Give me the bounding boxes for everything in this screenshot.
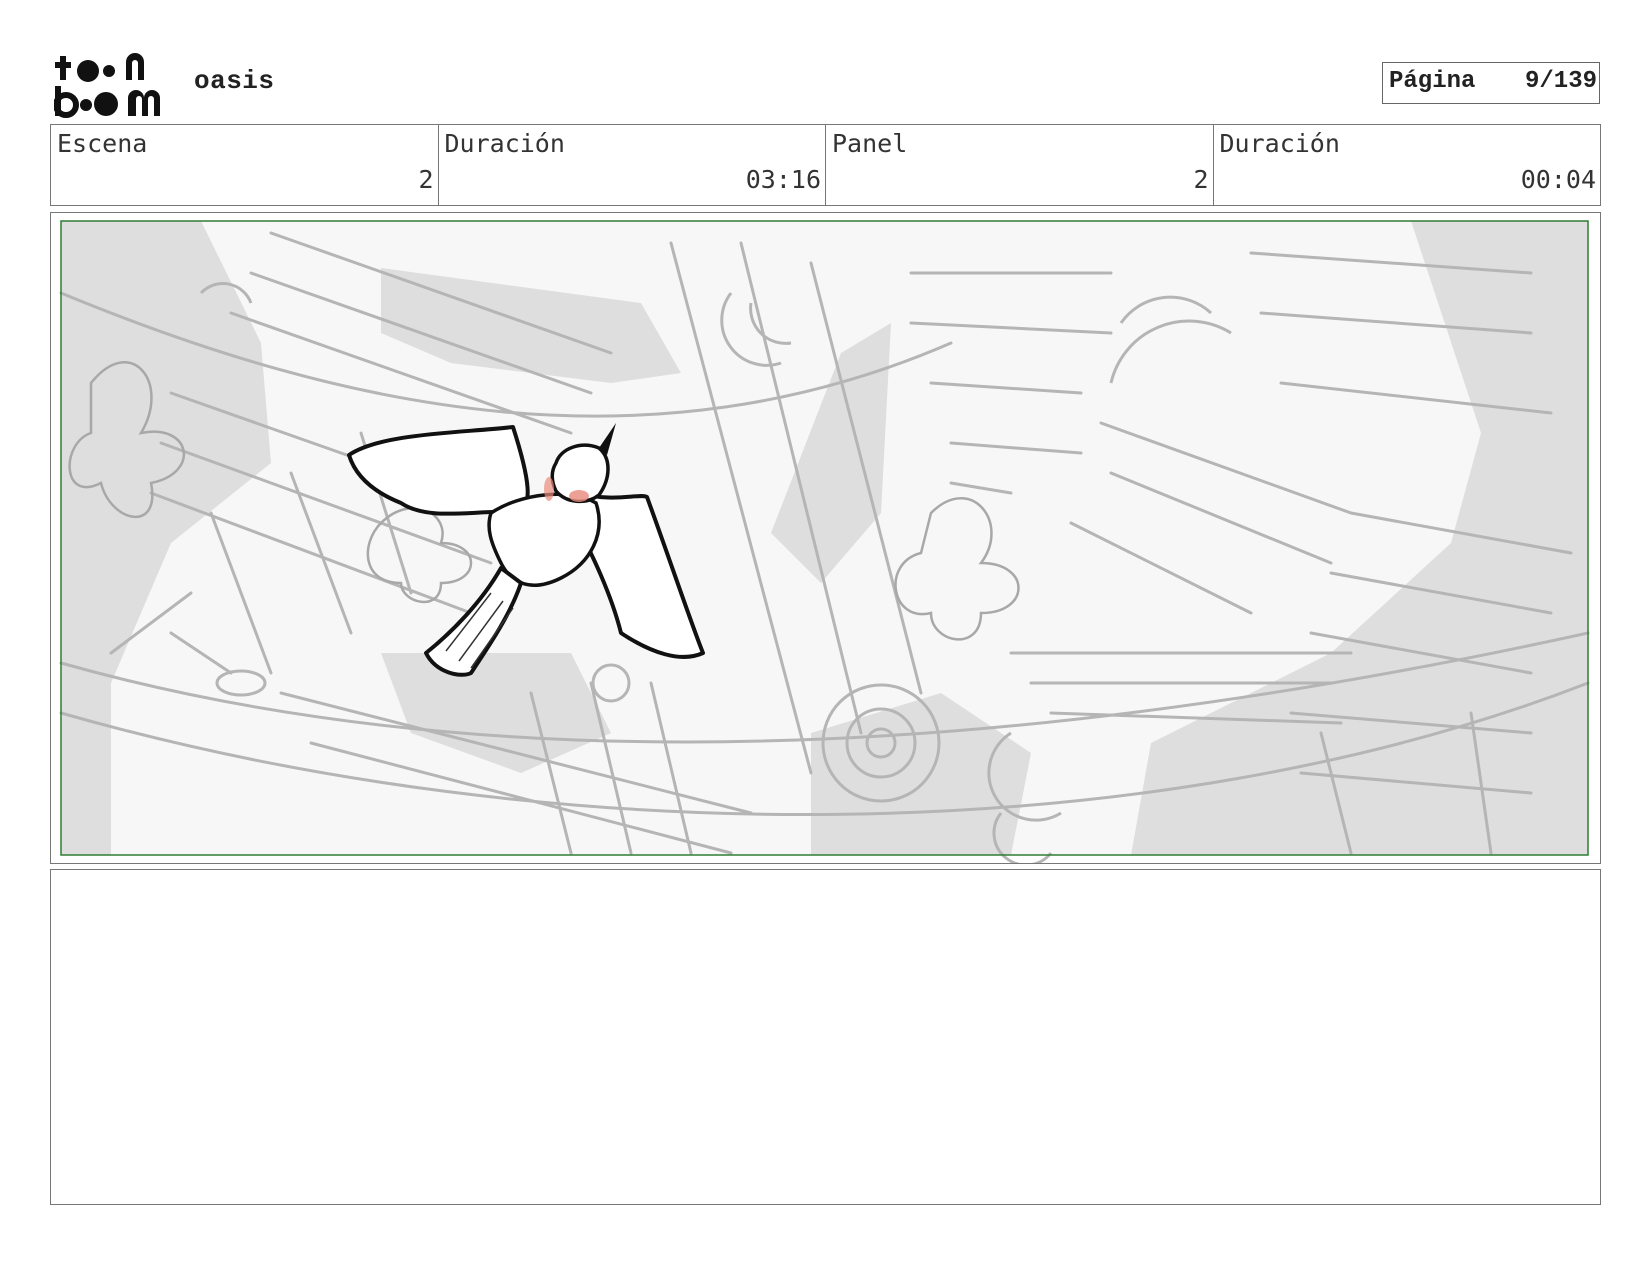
scene-duration-cell: Duración 03:16: [439, 125, 826, 205]
panel-notes-area[interactable]: [50, 869, 1601, 1205]
scene-value: 2: [418, 165, 434, 194]
project-title: oasis: [194, 66, 275, 96]
scene-label: Escena: [57, 129, 148, 158]
scene-duration-value: 03:16: [745, 165, 821, 194]
scene-duration-label: Duración: [444, 129, 565, 158]
page-number: 9/139: [1524, 68, 1597, 95]
panel-duration-label: Duración: [1219, 129, 1340, 158]
scene-cell: Escena 2: [51, 125, 439, 205]
panel-cell: Panel 2: [826, 125, 1214, 205]
storyboard-panel: [50, 212, 1601, 864]
page-label: Página: [1389, 68, 1476, 95]
panel-sketch: [51, 213, 1600, 863]
panel-duration-value: 00:04: [1520, 165, 1596, 194]
scene-info-row: Escena 2 Duración 03:16 Panel 2 Duración…: [50, 124, 1601, 206]
page-indicator: Página 9/139: [1382, 62, 1600, 104]
panel-duration-cell: Duración 00:04: [1214, 125, 1601, 205]
toonboom-logo: toon: [54, 53, 160, 118]
panel-value: 2: [1193, 165, 1209, 194]
panel-label: Panel: [832, 129, 908, 158]
